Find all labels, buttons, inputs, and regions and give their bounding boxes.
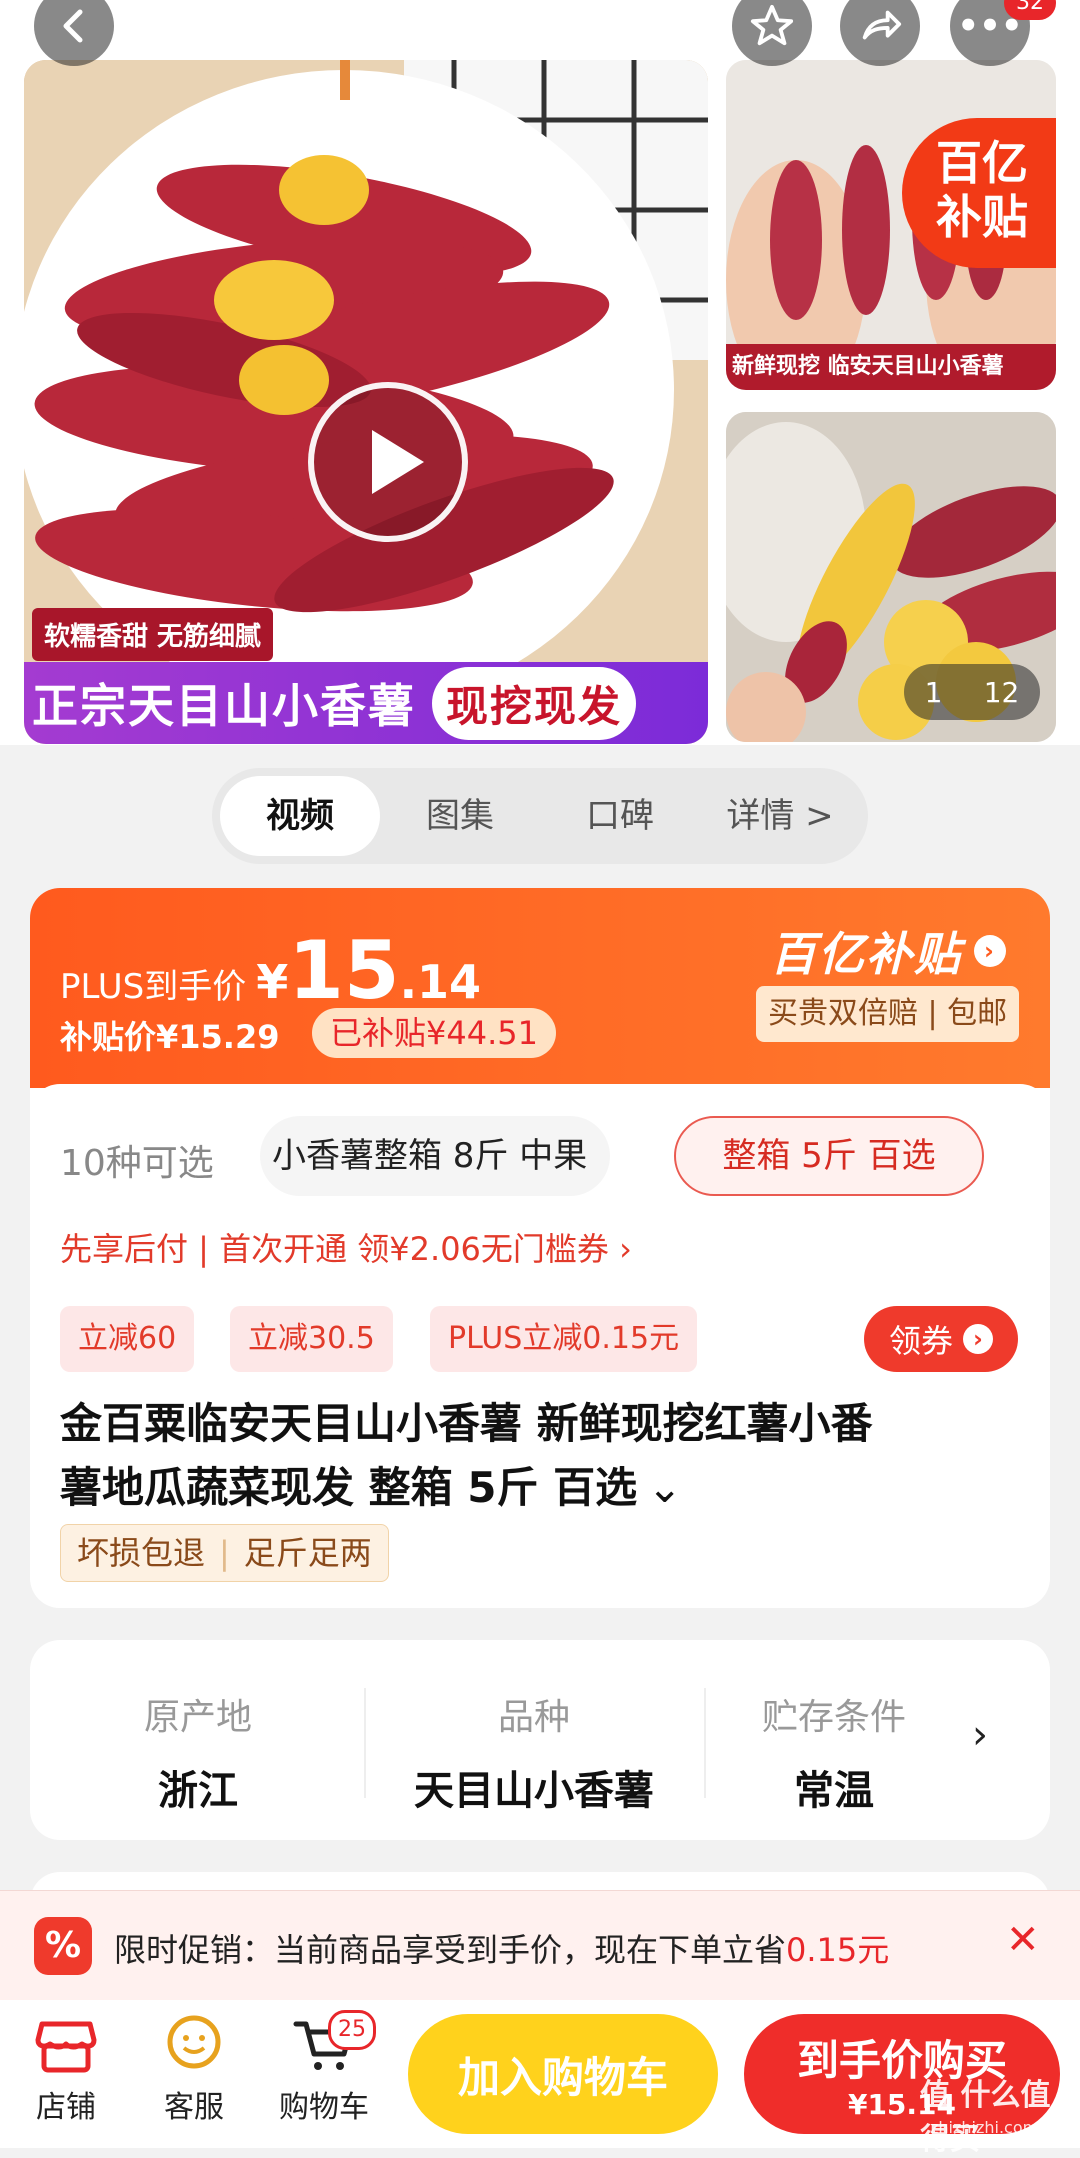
subsidized-amount: 已补贴¥44.51 [312, 1008, 556, 1058]
price-integer: 15 [288, 924, 400, 1017]
feature-tag: 软糯香甜 无筋细腻 [32, 608, 274, 661]
chevron-right-icon: › [974, 935, 1006, 967]
spec-origin-value: 浙江 [158, 1768, 238, 1814]
service-tags[interactable]: 坏损包退 | 足斤足两 [60, 1524, 389, 1582]
product-title-line1: 金百粟临安天目山小香薯 新鲜现挖红薯小番 [60, 1399, 873, 1448]
service-tag-2: 足斤足两 [243, 1534, 372, 1572]
main-product-image[interactable]: 软糯香甜 无筋细腻 正宗天目山小香薯 现挖现发 [24, 60, 708, 744]
tab-gallery[interactable]: 图集 [380, 776, 540, 856]
subsidy-badge: 百亿 补贴 [902, 118, 1056, 268]
chevron-right-icon: › [963, 1324, 993, 1354]
store-icon [35, 2021, 97, 2073]
plus-price-row: PLUS到手价 ¥ 15 .14 [60, 924, 481, 1017]
option-chip-2[interactable]: 整箱 5斤 百选 [674, 1116, 984, 1196]
subsidy-badge-line1: 百亿 [936, 136, 1028, 190]
bottom-action-bar: 店铺 客服 购物车 25 加入购物车 到手价购买 ¥15.14 [0, 2000, 1080, 2148]
spec-variety-value: 天目山小香薯 [414, 1768, 654, 1814]
customer-service-nav[interactable]: 客服 [134, 2014, 254, 2126]
spec-storage-value: 常温 [794, 1768, 874, 1814]
product-title-line2-text: 薯地瓜蔬菜现发 整箱 5斤 百选 [60, 1463, 638, 1512]
option-chip-1[interactable]: 小香薯整箱 8斤 中果 [260, 1116, 610, 1196]
counter-total: 12 [983, 675, 1020, 709]
banner-title: 正宗天目山小香薯 [32, 679, 416, 733]
brand-subsidy-logo[interactable]: 百亿补贴 › [770, 918, 1006, 984]
chevron-down-icon: ⌄ [647, 1463, 683, 1512]
get-coupon-label: 领券 [888, 1322, 953, 1360]
subsidy-badge-line2: 补贴 [936, 190, 1028, 244]
tab-video[interactable]: 视频 [220, 776, 380, 856]
tab-reviews[interactable]: 口碑 [540, 776, 700, 856]
cart-badge: 25 [328, 2010, 376, 2050]
price-body: 10种可选 小香薯整箱 8斤 中果 整箱 5斤 百选 先享后付 | 首次开通 领… [30, 1084, 1050, 1608]
media-tabs: 视频 图集 口碑 详情 > [212, 768, 868, 864]
spec-variety-key: 品种 [497, 1697, 570, 1738]
divider [364, 1688, 366, 1798]
price-header: PLUS到手价 ¥ 15 .14 补贴价¥15.29 已补贴¥44.51 百亿补… [30, 888, 1050, 1088]
add-to-cart-label: 加入购物车 [457, 2052, 668, 2102]
promo-strip[interactable]: % 限时促销：当前商品享受到手价，现在下单立省0.15元 ✕ [0, 1890, 1080, 2001]
service-icon [167, 2015, 221, 2069]
service-tag-1: 坏损包退 [77, 1534, 206, 1572]
pay-later-link[interactable]: 先享后付 | 首次开通 领¥2.06无门槛券 › [60, 1224, 632, 1270]
store-label: 店铺 [36, 2090, 96, 2125]
watermark-logo: 值 什么值得买 [920, 2078, 1051, 2157]
divider [704, 1688, 706, 1798]
tag-divider: | [219, 1534, 230, 1572]
image-gallery[interactable]: 软糯香甜 无筋细腻 正宗天目山小香薯 现挖现发 百亿 补贴 新鲜现挖 临安天目山… [0, 0, 1080, 745]
more-badge: 32 [1004, 0, 1056, 20]
watermark-url: zhizhizhi.com [930, 2118, 1039, 2137]
add-to-cart-button[interactable]: 加入购物车 [408, 2014, 718, 2134]
play-video-button[interactable] [308, 382, 468, 542]
chevron-right-icon[interactable]: › [972, 1712, 988, 1758]
spec-storage-key: 贮存条件 [761, 1697, 906, 1738]
banner-badge: 现挖现发 [432, 666, 637, 740]
guarantee-tag: 买贵双倍赔 | 包邮 [756, 986, 1020, 1042]
service-label: 客服 [164, 2090, 224, 2125]
subsidy-price: 补贴价¥15.29 [60, 1018, 280, 1056]
price-card: PLUS到手价 ¥ 15 .14 补贴价¥15.29 已补贴¥44.51 百亿补… [30, 888, 1050, 1608]
product-title[interactable]: 金百粟临安天目山小香薯 新鲜现挖红薯小番 薯地瓜蔬菜现发 整箱 5斤 百选 ⌄ [60, 1392, 1020, 1520]
spec-origin-key: 原产地 [143, 1697, 252, 1738]
chevron-left-icon [63, 9, 83, 43]
coupon-3: PLUS立减0.15元 [430, 1306, 698, 1372]
promo-text: 限时促销：当前商品享受到手价，现在下单立省0.15元 [114, 1925, 889, 1971]
option-count: 10种可选 [60, 1143, 214, 1184]
thumb-caption: 新鲜现挖 临安天目山小香薯 [726, 344, 1056, 390]
promo-label: 限时促销：当前商品享受到手价，现在下单立省 [114, 1931, 787, 1969]
get-coupon-button[interactable]: 领券 › [864, 1306, 1018, 1372]
close-icon[interactable]: ✕ [1006, 1917, 1040, 1963]
spec-variety: 品种 天目山小香薯 [384, 1688, 684, 1816]
spec-origin: 原产地 浙江 [48, 1688, 348, 1816]
specs-card[interactable]: 原产地 浙江 品种 天目山小香薯 贮存条件 常温 › [30, 1640, 1050, 1840]
product-title-line2: 薯地瓜蔬菜现发 整箱 5斤 百选 ⌄ [60, 1456, 1020, 1520]
currency-symbol: ¥ [256, 955, 289, 1009]
share-icon [862, 10, 902, 40]
main-image-banner: 正宗天目山小香薯 现挖现发 [24, 662, 708, 744]
brand-logo-text: 百亿补贴 [770, 927, 962, 981]
star-icon [750, 4, 794, 46]
price-decimal: .14 [399, 955, 482, 1009]
gallery-counter: 1 12 [904, 664, 1040, 720]
coupon-1: 立减60 [60, 1306, 195, 1372]
counter-current: 1 [924, 675, 943, 709]
gallery-thumb-1[interactable]: 百亿 补贴 新鲜现挖 临安天目山小香薯 [726, 60, 1056, 390]
tab-details[interactable]: 详情 > [700, 776, 860, 856]
percent-icon: % [34, 1917, 92, 1975]
spec-storage: 贮存条件 常温 [724, 1688, 944, 1816]
coupon-2: 立减30.5 [230, 1306, 393, 1372]
cart-label: 购物车 [279, 2090, 369, 2125]
store-nav[interactable]: 店铺 [6, 2014, 126, 2126]
promo-amount: 0.15元 [786, 1931, 890, 1969]
plus-price-label: PLUS到手价 [60, 967, 247, 1007]
